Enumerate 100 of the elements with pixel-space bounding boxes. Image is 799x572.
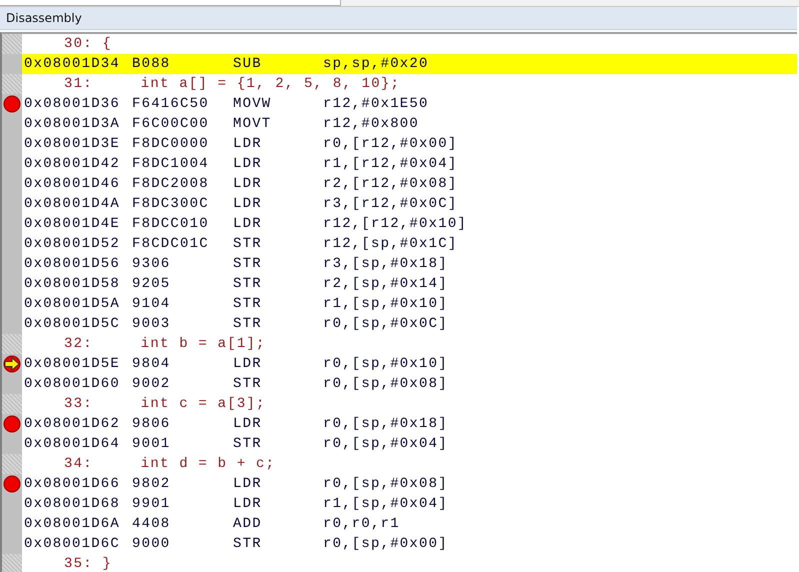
mnemonic: LDR bbox=[233, 156, 263, 172]
mnemonic: LDR bbox=[233, 476, 263, 492]
address: 0x08001D64 bbox=[24, 436, 122, 452]
source-line: 32: int b = a[1]; bbox=[63, 336, 266, 352]
mnemonic: STR bbox=[233, 296, 263, 312]
mnemonic: LDR bbox=[233, 496, 263, 512]
operands: r3,[r12,#0x0C] bbox=[323, 196, 458, 212]
operands: r1,[sp,#0x04] bbox=[323, 496, 448, 512]
opcode: 9002 bbox=[132, 376, 172, 392]
mnemonic: STR bbox=[233, 236, 263, 252]
operands: r1,[r12,#0x04] bbox=[323, 156, 458, 172]
opcode: 9802 bbox=[132, 476, 172, 492]
opcode: 9306 bbox=[132, 256, 172, 272]
address: 0x08001D66 bbox=[24, 476, 122, 492]
address: 0x08001D4E bbox=[24, 216, 122, 232]
mnemonic: LDR bbox=[233, 416, 263, 432]
opcode: F8DC1004 bbox=[132, 156, 210, 172]
opcode: 9104 bbox=[132, 296, 172, 312]
operands: r2,[sp,#0x14] bbox=[323, 276, 448, 292]
opcode: F8CDC01C bbox=[132, 236, 210, 252]
mnemonic: LDR bbox=[233, 196, 263, 212]
gutter-cell bbox=[2, 314, 22, 334]
gutter-cell bbox=[2, 54, 22, 74]
operands: r3,[sp,#0x18] bbox=[323, 256, 448, 272]
mnemonic: STR bbox=[233, 376, 263, 392]
operands: r12,[r12,#0x10] bbox=[323, 216, 468, 232]
address: 0x08001D34 bbox=[24, 56, 122, 72]
mnemonic: ADD bbox=[233, 516, 263, 532]
opcode: F8DC2008 bbox=[132, 176, 210, 192]
operands: r1,[sp,#0x10] bbox=[323, 296, 448, 312]
address: 0x08001D36 bbox=[24, 96, 122, 112]
source-line: 35: } bbox=[63, 556, 112, 572]
address: 0x08001D58 bbox=[24, 276, 122, 292]
address: 0x08001D6C bbox=[24, 536, 122, 552]
address: 0x08001D4A bbox=[24, 196, 122, 212]
mnemonic: STR bbox=[233, 316, 263, 332]
gutter-cell bbox=[2, 554, 22, 572]
mnemonic: LDR bbox=[233, 356, 263, 372]
source-line: 31: int a[] = {1, 2, 5, 8, 10}; bbox=[63, 76, 400, 92]
mnemonic: STR bbox=[233, 256, 263, 272]
address: 0x08001D5C bbox=[24, 316, 122, 332]
mnemonic: LDR bbox=[233, 136, 263, 152]
operands: r0,[r12,#0x00] bbox=[323, 136, 458, 152]
opcode: F6C00C00 bbox=[132, 116, 210, 132]
mnemonic: LDR bbox=[233, 176, 263, 192]
opcode: 9000 bbox=[132, 536, 172, 552]
operands: r0,[sp,#0x18] bbox=[323, 416, 448, 432]
mnemonic: STR bbox=[233, 536, 263, 552]
address: 0x08001D62 bbox=[24, 416, 122, 432]
address: 0x08001D3E bbox=[24, 136, 122, 152]
address: 0x08001D56 bbox=[24, 256, 122, 272]
operands: r12,#0x800 bbox=[323, 116, 420, 132]
opcode: B088 bbox=[132, 56, 172, 72]
address: 0x08001D5E bbox=[24, 356, 122, 372]
operands: r0,[sp,#0x08] bbox=[323, 376, 448, 392]
operands: r0,[sp,#0x10] bbox=[323, 356, 448, 372]
address: 0x08001D6A bbox=[24, 516, 122, 532]
gutter-cell bbox=[2, 74, 22, 94]
mnemonic: STR bbox=[233, 436, 263, 452]
opcode: 9804 bbox=[132, 356, 172, 372]
gutter-cell bbox=[2, 394, 22, 414]
address: 0x08001D68 bbox=[24, 496, 122, 512]
address: 0x08001D3A bbox=[24, 116, 122, 132]
operands: r0,r0,r1 bbox=[323, 516, 400, 532]
opcode: F6416C50 bbox=[132, 96, 210, 112]
mnemonic: SUB bbox=[233, 56, 263, 72]
address: 0x08001D52 bbox=[24, 236, 122, 252]
mnemonic: MOVW bbox=[233, 96, 272, 112]
mnemonic: STR bbox=[233, 276, 263, 292]
opcode: F8DC0000 bbox=[132, 136, 210, 152]
address: 0x08001D46 bbox=[24, 176, 122, 192]
panel-title: Disassembly bbox=[6, 11, 82, 25]
source-line: 30: { bbox=[63, 36, 112, 52]
operands: r12,[sp,#0x1C] bbox=[323, 236, 458, 252]
gutter-cell bbox=[2, 534, 22, 554]
address: 0x08001D5A bbox=[24, 296, 122, 312]
opcode: 9806 bbox=[132, 416, 172, 432]
operands: r0,[sp,#0x00] bbox=[323, 536, 448, 552]
gutter-cell bbox=[2, 34, 22, 54]
opcode: 9003 bbox=[132, 316, 172, 332]
opcode: 9001 bbox=[132, 436, 172, 452]
opcode: 9205 bbox=[132, 276, 172, 292]
gutter-cell bbox=[2, 334, 22, 354]
source-line: 33: int c = a[3]; bbox=[63, 396, 266, 412]
address: 0x08001D42 bbox=[24, 156, 122, 172]
source-line: 34: int d = b + c; bbox=[63, 456, 276, 472]
operands: r0,[sp,#0x08] bbox=[323, 476, 448, 492]
opcode: F8DC300C bbox=[132, 196, 210, 212]
operands: r2,[r12,#0x08] bbox=[323, 176, 458, 192]
opcode: 4408 bbox=[132, 516, 172, 532]
mnemonic: MOVT bbox=[233, 116, 272, 132]
address: 0x08001D60 bbox=[24, 376, 122, 392]
mnemonic: LDR bbox=[233, 216, 263, 232]
opcode: 9901 bbox=[132, 496, 172, 512]
operands: r0,[sp,#0x04] bbox=[323, 436, 448, 452]
operands: r12,#0x1E50 bbox=[323, 96, 429, 112]
opcode: F8DCC010 bbox=[132, 216, 210, 232]
gutter-cell bbox=[2, 454, 22, 474]
operands: sp,sp,#0x20 bbox=[323, 56, 429, 72]
operands: r0,[sp,#0x0C] bbox=[323, 316, 448, 332]
